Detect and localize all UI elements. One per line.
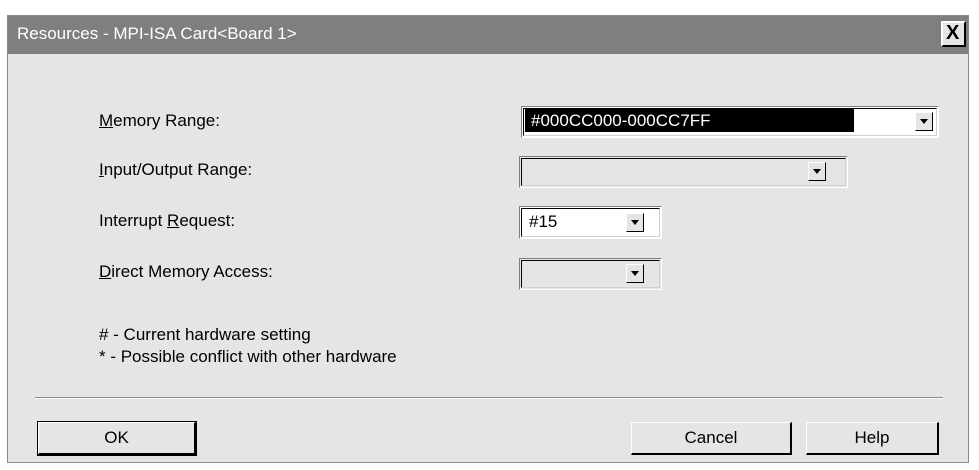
dma-combo[interactable] [519, 258, 662, 290]
resources-dialog: Resources - MPI-ISA Card<Board 1> X Memo… [7, 15, 969, 463]
memory-range-combo[interactable]: #000CC000-000CC7FF [521, 106, 939, 138]
irq-combo[interactable]: #15 [519, 206, 662, 239]
window-title: Resources - MPI-ISA Card<Board 1> [17, 24, 297, 43]
chevron-down-icon[interactable] [808, 162, 826, 181]
io-range-label-text: nput/Output Range: [103, 160, 253, 179]
close-button[interactable]: X [941, 21, 966, 47]
dma-label: Direct Memory Access: [99, 262, 273, 282]
legend-possible-conflict: * - Possible conflict with other hardwar… [99, 347, 397, 366]
chevron-down-icon[interactable] [915, 112, 933, 131]
irq-value: #15 [529, 212, 558, 231]
irq-label-prefix: Interrupt [99, 211, 168, 230]
title-bar[interactable]: Resources - MPI-ISA Card<Board 1> X [8, 16, 968, 54]
io-range-label: Input/Output Range: [99, 160, 252, 180]
irq-label-text: equest: [179, 211, 236, 230]
memory-range-value: #000CC000-000CC7FF [525, 109, 854, 132]
irq-label: Interrupt Request: [99, 211, 235, 231]
io-range-value [523, 159, 529, 182]
help-button[interactable]: Help [806, 422, 939, 455]
io-range-combo-frame [521, 158, 846, 186]
chevron-down-icon[interactable] [626, 213, 644, 232]
memory-range-mnemonic: M [99, 111, 114, 130]
ok-button[interactable]: OK [37, 421, 197, 456]
memory-range-label: Memory Range: [99, 111, 220, 131]
chevron-down-icon[interactable] [626, 264, 644, 283]
dma-mnemonic: D [99, 262, 112, 281]
dma-label-text: irect Memory Access: [111, 262, 273, 281]
memory-range-label-text: emory Range: [113, 111, 220, 130]
separator [35, 397, 943, 399]
irq-mnemonic: R [167, 211, 180, 230]
legend-current-setting: # - Current hardware setting [99, 325, 311, 344]
dma-value [523, 261, 529, 284]
cancel-button[interactable]: Cancel [631, 422, 792, 455]
io-range-combo[interactable] [519, 156, 848, 188]
close-icon: X [946, 22, 960, 44]
